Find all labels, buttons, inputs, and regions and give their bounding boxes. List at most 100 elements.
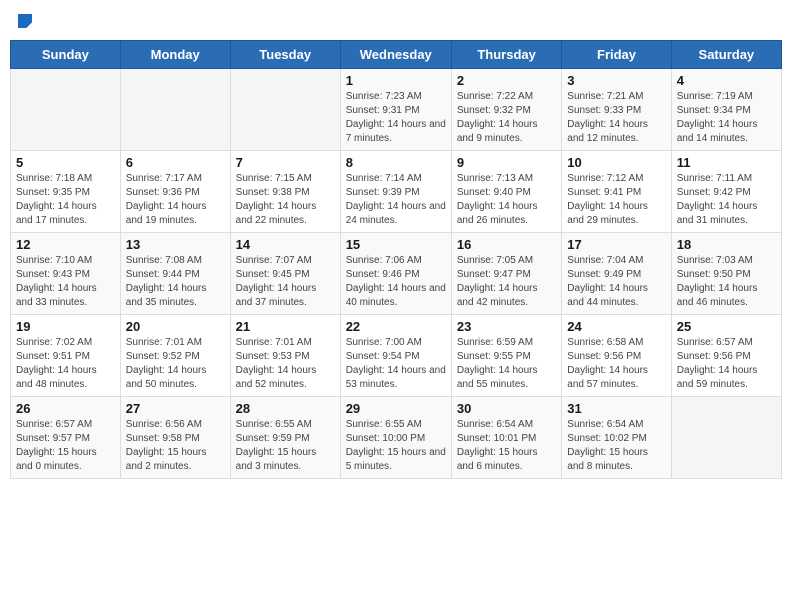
day-number: 12 [16,237,115,252]
calendar-cell: 18 Sunrise: 7:03 AM Sunset: 9:50 PM Dayli… [671,233,781,315]
day-number: 27 [126,401,225,416]
day-number: 14 [236,237,335,252]
day-number: 11 [677,155,776,170]
calendar-cell: 14 Sunrise: 7:07 AM Sunset: 9:45 PM Dayli… [230,233,340,315]
calendar-week-5: 26Sunrise: 6:57 AM Sunset: 9:57 PM Dayli… [11,397,782,479]
day-info: Sunrise: 7:14 AM Sunset: 9:39 PM Dayligh… [346,172,446,228]
calendar-week-4: 19Sunrise: 7:02 AM Sunset: 9:51 PM Dayli… [11,315,782,397]
calendar-cell: 20Sunrise: 7:01 AM Sunset: 9:52 PM Dayli… [120,315,230,397]
day-info: Sunrise: 6:54 AM Sunset: 10:02 PM Daylig… [567,418,665,474]
calendar-week-3: 12 Sunrise: 7:10 AM Sunset: 9:43 PM Dayli… [11,233,782,315]
day-number: 19 [16,319,115,334]
weekday-header-monday: Monday [120,41,230,69]
day-info: Sunrise: 6:59 AM Sunset: 9:55 PM Dayligh… [457,336,556,392]
day-number: 22 [346,319,446,334]
calendar-cell: 17 Sunrise: 7:04 AM Sunset: 9:49 PM Dayli… [562,233,671,315]
calendar-cell: 4 Sunrise: 7:19 AM Sunset: 9:34 PM Daylig… [671,69,781,151]
day-info: Sunrise: 7:12 AM Sunset: 9:41 PM Dayligh… [567,172,665,228]
calendar-cell [230,69,340,151]
day-info: Sunrise: 7:05 AM Sunset: 9:47 PM Dayligh… [457,254,556,310]
calendar-cell: 16 Sunrise: 7:05 AM Sunset: 9:47 PM Dayli… [451,233,561,315]
day-info: Sunrise: 7:13 AM Sunset: 9:40 PM Dayligh… [457,172,556,228]
day-info: Sunrise: 7:17 AM Sunset: 9:36 PM Dayligh… [126,172,225,228]
day-number: 16 [457,237,556,252]
day-number: 10 [567,155,665,170]
day-number: 4 [677,73,776,88]
calendar-cell: 5 Sunrise: 7:18 AM Sunset: 9:35 PM Daylig… [11,151,121,233]
day-info: Sunrise: 7:00 AM Sunset: 9:54 PM Dayligh… [346,336,446,392]
calendar-cell: 31 Sunrise: 6:54 AM Sunset: 10:02 PM Dayl… [562,397,671,479]
day-number: 9 [457,155,556,170]
day-number: 31 [567,401,665,416]
calendar-cell: 3 Sunrise: 7:21 AM Sunset: 9:33 PM Daylig… [562,69,671,151]
day-info: Sunrise: 6:57 AM Sunset: 9:56 PM Dayligh… [677,336,776,392]
day-info: Sunrise: 6:54 AM Sunset: 10:01 PM Daylig… [457,418,556,474]
day-info: Sunrise: 7:18 AM Sunset: 9:35 PM Dayligh… [16,172,115,228]
day-info: Sunrise: 7:19 AM Sunset: 9:34 PM Dayligh… [677,90,776,146]
calendar-week-1: 1Sunrise: 7:23 AM Sunset: 9:31 PM Daylig… [11,69,782,151]
day-number: 13 [126,237,225,252]
day-info: Sunrise: 6:55 AM Sunset: 10:00 PM Daylig… [346,418,446,474]
calendar-cell: 9 Sunrise: 7:13 AM Sunset: 9:40 PM Daylig… [451,151,561,233]
calendar-cell: 19Sunrise: 7:02 AM Sunset: 9:51 PM Dayli… [11,315,121,397]
calendar-week-2: 5 Sunrise: 7:18 AM Sunset: 9:35 PM Daylig… [11,151,782,233]
day-info: Sunrise: 7:01 AM Sunset: 9:52 PM Dayligh… [126,336,225,392]
day-number: 30 [457,401,556,416]
calendar-cell: 2 Sunrise: 7:22 AM Sunset: 9:32 PM Daylig… [451,69,561,151]
day-number: 17 [567,237,665,252]
calendar-cell: 22 Sunrise: 7:00 AM Sunset: 9:54 PM Dayli… [340,315,451,397]
day-info: Sunrise: 7:06 AM Sunset: 9:46 PM Dayligh… [346,254,446,310]
day-info: Sunrise: 7:04 AM Sunset: 9:49 PM Dayligh… [567,254,665,310]
day-info: Sunrise: 6:55 AM Sunset: 9:59 PM Dayligh… [236,418,335,474]
calendar-cell: 12 Sunrise: 7:10 AM Sunset: 9:43 PM Dayli… [11,233,121,315]
calendar-cell: 29Sunrise: 6:55 AM Sunset: 10:00 PM Dayl… [340,397,451,479]
weekday-header-friday: Friday [562,41,671,69]
calendar-cell: 25Sunrise: 6:57 AM Sunset: 9:56 PM Dayli… [671,315,781,397]
calendar-cell: 27 Sunrise: 6:56 AM Sunset: 9:58 PM Dayli… [120,397,230,479]
weekday-header-sunday: Sunday [11,41,121,69]
weekday-header-wednesday: Wednesday [340,41,451,69]
day-info: Sunrise: 7:22 AM Sunset: 9:32 PM Dayligh… [457,90,556,146]
day-number: 18 [677,237,776,252]
calendar-cell: 1Sunrise: 7:23 AM Sunset: 9:31 PM Daylig… [340,69,451,151]
day-number: 23 [457,319,556,334]
day-number: 15 [346,237,446,252]
calendar-table: SundayMondayTuesdayWednesdayThursdayFrid… [10,40,782,479]
calendar-cell: 24Sunrise: 6:58 AM Sunset: 9:56 PM Dayli… [562,315,671,397]
day-number: 6 [126,155,225,170]
day-info: Sunrise: 7:15 AM Sunset: 9:38 PM Dayligh… [236,172,335,228]
logo-icon [18,14,32,28]
weekday-header-tuesday: Tuesday [230,41,340,69]
day-number: 28 [236,401,335,416]
day-number: 26 [16,401,115,416]
day-number: 5 [16,155,115,170]
weekday-header-saturday: Saturday [671,41,781,69]
calendar-cell [671,397,781,479]
day-info: Sunrise: 7:01 AM Sunset: 9:53 PM Dayligh… [236,336,335,392]
calendar-cell: 15 Sunrise: 7:06 AM Sunset: 9:46 PM Dayli… [340,233,451,315]
calendar-cell: 8 Sunrise: 7:14 AM Sunset: 9:39 PM Daylig… [340,151,451,233]
day-info: Sunrise: 7:08 AM Sunset: 9:44 PM Dayligh… [126,254,225,310]
calendar-cell [11,69,121,151]
calendar-cell: 23 Sunrise: 6:59 AM Sunset: 9:55 PM Dayli… [451,315,561,397]
calendar-cell [120,69,230,151]
day-info: Sunrise: 7:10 AM Sunset: 9:43 PM Dayligh… [16,254,115,310]
calendar-cell: 21Sunrise: 7:01 AM Sunset: 9:53 PM Dayli… [230,315,340,397]
day-info: Sunrise: 7:03 AM Sunset: 9:50 PM Dayligh… [677,254,776,310]
day-number: 7 [236,155,335,170]
logo [16,14,32,28]
weekday-header-thursday: Thursday [451,41,561,69]
calendar-cell: 6 Sunrise: 7:17 AM Sunset: 9:36 PM Daylig… [120,151,230,233]
day-info: Sunrise: 7:07 AM Sunset: 9:45 PM Dayligh… [236,254,335,310]
day-number: 2 [457,73,556,88]
day-info: Sunrise: 6:56 AM Sunset: 9:58 PM Dayligh… [126,418,225,474]
day-info: Sunrise: 7:11 AM Sunset: 9:42 PM Dayligh… [677,172,776,228]
calendar-cell: 26Sunrise: 6:57 AM Sunset: 9:57 PM Dayli… [11,397,121,479]
calendar-cell: 13 Sunrise: 7:08 AM Sunset: 9:44 PM Dayli… [120,233,230,315]
calendar-cell: 7 Sunrise: 7:15 AM Sunset: 9:38 PM Daylig… [230,151,340,233]
day-number: 1 [346,73,446,88]
calendar-cell: 30 Sunrise: 6:54 AM Sunset: 10:01 PM Dayl… [451,397,561,479]
day-number: 8 [346,155,446,170]
day-number: 3 [567,73,665,88]
day-info: Sunrise: 7:21 AM Sunset: 9:33 PM Dayligh… [567,90,665,146]
